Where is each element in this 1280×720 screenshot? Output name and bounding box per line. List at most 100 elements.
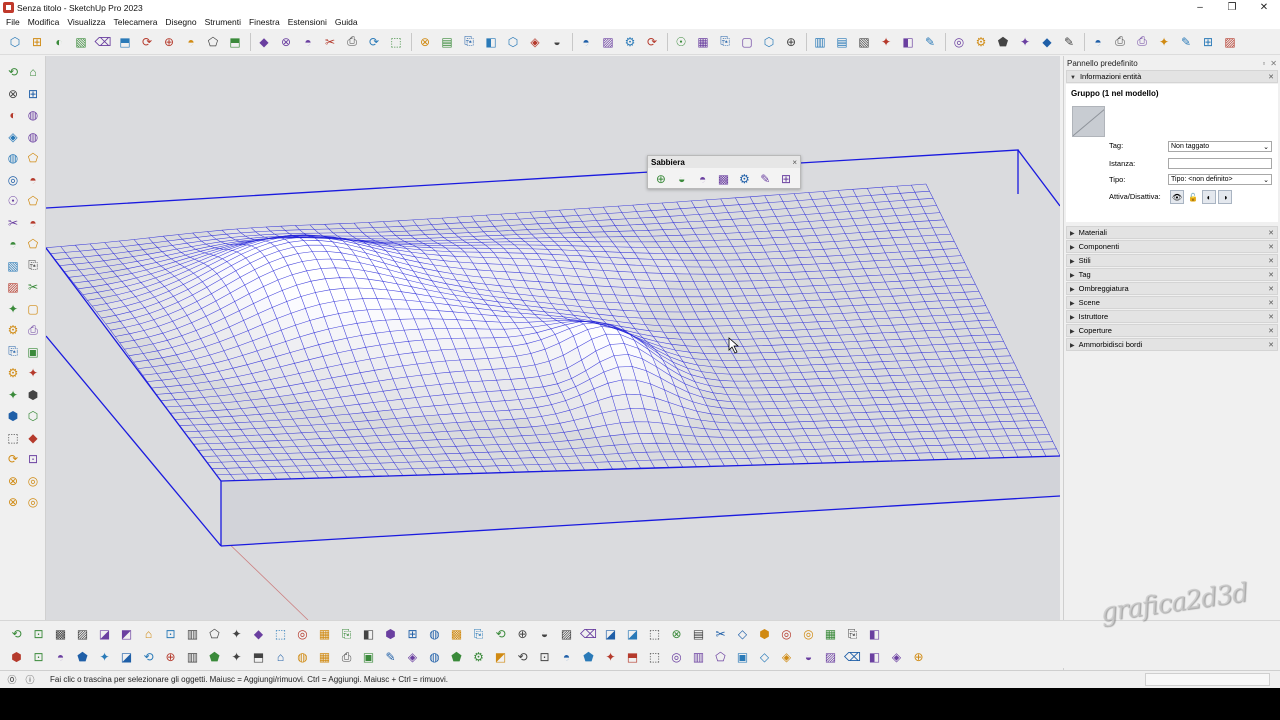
warehouse-icon[interactable]: ◎ [950,33,968,51]
grid-select-icon[interactable]: ◇ [734,625,751,643]
dimension-icon[interactable]: ⚙ [3,320,23,340]
measure-icon[interactable]: ◒ [800,648,817,666]
plus-circle-icon[interactable]: ◎ [778,625,795,643]
beam-icon[interactable]: ◈ [404,648,421,666]
fog-icon[interactable]: ✎ [1060,33,1078,51]
line-icon[interactable]: ⌂ [272,648,289,666]
pan-icon[interactable]: ✦ [23,363,43,383]
minimize-button[interactable]: – [1184,0,1216,15]
menu-file[interactable]: File [2,17,24,27]
iso-view-icon[interactable]: ⊗ [416,33,434,51]
sandbox-smoove-icon[interactable]: ⊗ [3,492,23,512]
unlock-icon[interactable]: 🔓 [1186,190,1200,204]
front-view-icon[interactable]: ⎘ [460,33,478,51]
frame-icon[interactable]: ⬟ [580,648,597,666]
shaded-icon[interactable]: ⎙ [343,33,361,51]
dots-icon[interactable]: ▤ [690,625,707,643]
roof4-icon[interactable]: ▦ [316,625,333,643]
generate-report-icon[interactable]: ⎙ [1111,33,1129,51]
panel-coperture[interactable]: ▶ Coperture ✕ [1066,324,1278,337]
menu-strumenti[interactable]: Strumenti [201,17,245,27]
roof7-icon[interactable]: ⬢ [382,625,399,643]
panel-materiali[interactable]: ▶ Materiali ✕ [1066,226,1278,239]
globe-icon[interactable]: ⊡ [30,625,47,643]
erase-icon[interactable]: ⟳ [138,33,156,51]
orbit-icon[interactable]: ◓ [577,33,595,51]
smoove-icon[interactable]: ◓ [693,170,713,188]
previous-view-icon[interactable]: ▦ [694,33,712,51]
roof3-icon[interactable]: ◎ [294,625,311,643]
menu-visualizza[interactable]: Visualizza [63,17,109,27]
align-icon[interactable]: ◈ [778,648,795,666]
stairs-icon[interactable]: ⎙ [338,648,355,666]
wireframe-icon[interactable]: ◓ [299,33,317,51]
window-icon[interactable]: ⚙ [470,648,487,666]
roof6-icon[interactable]: ◧ [360,625,377,643]
grid-icon[interactable]: ✦ [1155,33,1173,51]
stamp-icon[interactable]: ▩ [714,170,734,188]
panel-close-icon[interactable]: ✕ [1268,73,1274,81]
crop-icon[interactable]: ◍ [426,625,443,643]
material-thumbnail[interactable] [1072,106,1105,137]
vortex-icon[interactable]: ▥ [184,648,201,666]
sandbox-close-button[interactable]: × [792,158,797,167]
paste-icon[interactable]: ⬒ [116,33,134,51]
menu-guida[interactable]: Guida [331,17,362,27]
xray-icon[interactable]: ◆ [255,33,273,51]
zoom-extents-icon[interactable]: ☉ [672,33,690,51]
panel-close-icon[interactable]: ✕ [1268,313,1274,321]
look-around-icon[interactable]: ⟳ [3,449,23,469]
camera-icon[interactable]: ⬢ [756,625,773,643]
measurements-box[interactable] [1145,673,1270,686]
section-cut-icon[interactable]: ▢ [738,33,756,51]
grid-icon[interactable]: ◇ [756,648,773,666]
subtract-icon[interactable]: ✦ [877,33,895,51]
target-icon[interactable]: ▩ [448,625,465,643]
truss-icon[interactable]: ◓ [558,648,575,666]
text-icon[interactable]: ⎙ [23,320,43,340]
restore-button[interactable]: ❐ [1216,0,1248,15]
rectangle-icon[interactable]: ◍ [3,148,23,168]
path-icon[interactable]: ⬢ [8,648,25,666]
light-icon[interactable]: ▣ [734,648,751,666]
undo-icon[interactable]: ⊕ [160,33,178,51]
shadow-icon[interactable]: ◆ [1038,33,1056,51]
left-view-icon[interactable]: ◈ [526,33,544,51]
intersect-icon[interactable]: ▤ [833,33,851,51]
shape-pill-icon[interactable]: ▨ [558,625,575,643]
3d-text-icon[interactable]: ▣ [23,342,43,362]
save-icon[interactable]: ◐ [50,33,68,51]
arc-icon[interactable]: ⬒ [250,648,267,666]
back-edges-icon[interactable]: ⊗ [277,33,295,51]
orbit-icon[interactable]: ⚙ [3,363,23,383]
sphere-icon[interactable]: ⟲ [8,625,25,643]
plant-icon[interactable]: ▥ [690,648,707,666]
shape-oval-icon[interactable]: ⌫ [580,625,597,643]
classify-icon[interactable]: ⎙ [1133,33,1151,51]
from-scratch-icon[interactable]: ◒ [672,170,692,188]
circle-icon[interactable]: ◎ [3,170,23,190]
sandbox-contours-icon[interactable]: ⊗ [3,471,23,491]
gear2-icon[interactable]: ✂ [712,625,729,643]
shape-circle-icon[interactable]: ⟲ [492,625,509,643]
tape-measure-icon[interactable]: ✦ [3,299,23,319]
menu-finestra[interactable]: Finestra [245,17,284,27]
cast-shadows-icon[interactable]: ◑ [1218,190,1232,204]
display-section-icon[interactable]: ⊕ [782,33,800,51]
fillet-icon[interactable]: ◍ [294,648,311,666]
panel-close-icon[interactable]: ✕ [1268,285,1274,293]
freehand-icon[interactable]: ◍ [23,127,43,147]
shape-ring-icon[interactable]: ◪ [602,625,619,643]
panel-close-icon[interactable]: ✕ [1268,243,1274,251]
menu-modifica[interactable]: Modifica [24,17,64,27]
zoom-icon[interactable]: ⚙ [621,33,639,51]
zoom-window-icon[interactable]: ⬢ [23,385,43,405]
copy-icon[interactable]: ⌫ [94,33,112,51]
zoom-extents-icon[interactable]: ⬢ [3,406,23,426]
railing-icon[interactable]: ⬟ [448,648,465,666]
styles-icon[interactable]: ✦ [1016,33,1034,51]
cross-icon[interactable]: ▦ [316,648,333,666]
offset-icon[interactable]: ✂ [23,277,43,297]
split-icon[interactable]: ✎ [921,33,939,51]
move-icon[interactable]: ◓ [3,234,23,254]
